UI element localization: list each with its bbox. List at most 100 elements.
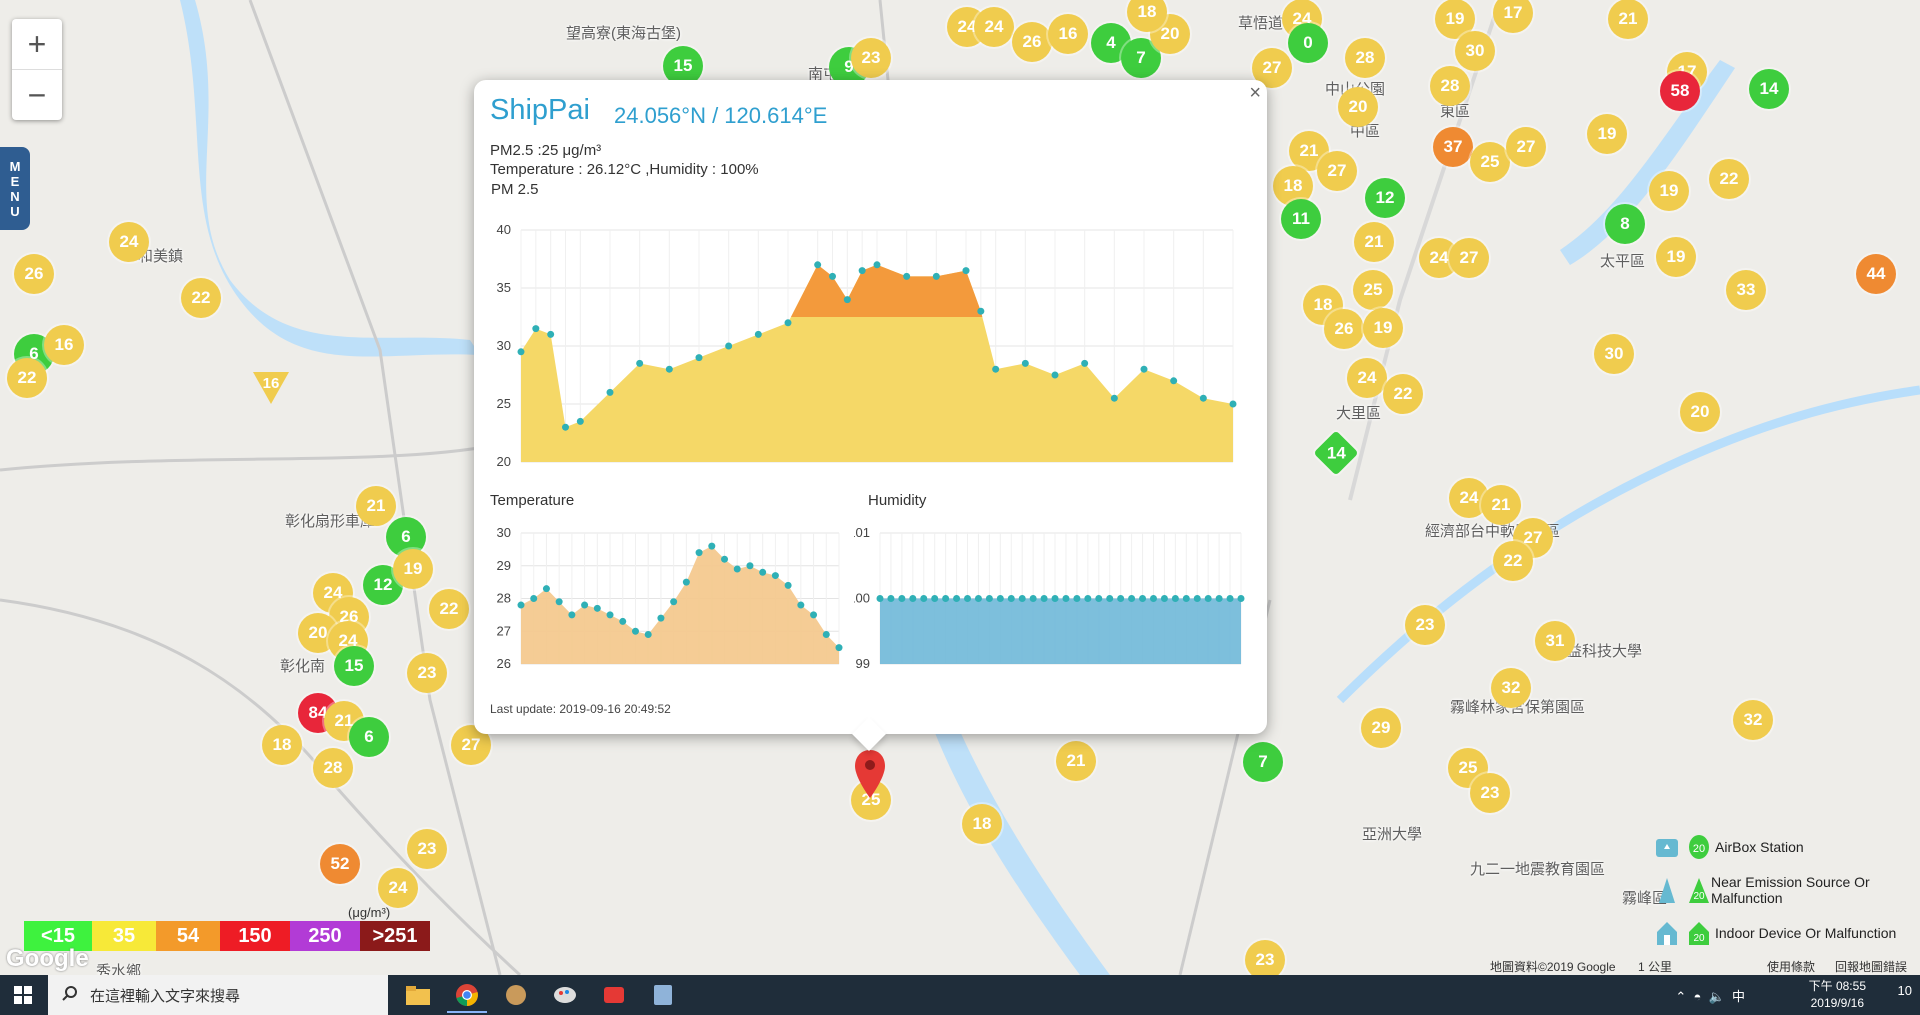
report-map-error-link[interactable]: 回報地圖錯誤 [1835,958,1907,975]
station-marker[interactable]: 23 [1405,605,1445,645]
pm-data-point [814,261,822,269]
station-marker[interactable]: 11 [1281,199,1321,239]
station-marker[interactable]: 23 [407,829,447,869]
station-marker[interactable]: 31 [1535,621,1575,661]
station-marker[interactable]: 28 [313,748,353,788]
station-marker[interactable]: 16 [44,325,84,365]
hum-data-point [1237,595,1245,602]
station-marker[interactable]: 37 [1433,127,1473,167]
station-marker[interactable]: 23 [851,38,891,78]
station-marker[interactable]: 32 [1733,700,1773,740]
station-marker[interactable]: 27 [1506,127,1546,167]
station-marker[interactable]: 28 [1430,66,1470,106]
hum-data-point [964,595,972,602]
app-icon[interactable] [496,979,536,1011]
map-place-label: 秀水鄉 [96,963,142,975]
station-marker[interactable]: 22 [1709,159,1749,199]
station-marker[interactable]: 0 [1288,23,1328,63]
station-marker[interactable]: 26 [1324,309,1364,349]
station-marker[interactable]: 30 [1455,31,1495,71]
legend-label: AirBox Station [1715,838,1804,855]
station-marker[interactable]: 21 [1608,0,1648,39]
notification-count: 10 [1897,983,1912,998]
station-marker[interactable]: 58 [1660,71,1700,111]
system-tray[interactable]: ⌃ ◓ 🔈 中 [1675,986,1745,1005]
station-marker[interactable]: 19 [1649,171,1689,211]
station-marker[interactable]: 21 [1481,485,1521,525]
taskbar-search-box[interactable]: 在這裡輸入文字來搜尋 [48,975,388,1015]
station-marker[interactable]: 22 [181,278,221,318]
chrome-icon[interactable] [447,979,487,1013]
pm-data-point [932,272,940,280]
map-place-label: 亞洲大學 [1362,826,1423,843]
station-marker[interactable]: 26 [14,254,54,294]
station-marker[interactable]: 19 [1656,237,1696,277]
station-marker[interactable]: 24 [109,222,149,262]
station-marker[interactable]: 7 [1243,742,1283,782]
station-marker[interactable]: 44 [1856,254,1896,294]
station-marker[interactable]: 30 [1594,334,1634,374]
zoom-in-button[interactable]: + [12,19,62,70]
windows-start-button[interactable] [0,975,46,1015]
close-icon[interactable]: × [1249,82,1261,105]
paint-icon[interactable] [545,979,585,1011]
station-marker[interactable]: 23 [1245,940,1285,975]
station-marker[interactable]: 26 [1012,22,1052,62]
station-marker[interactable]: 18 [962,804,1002,844]
station-marker[interactable]: 19 [1363,308,1403,348]
station-marker[interactable]: 27 [1317,151,1357,191]
station-marker[interactable]: 28 [1345,38,1385,78]
station-marker[interactable]: 22 [7,358,47,398]
station-marker[interactable]: 22 [1493,541,1533,581]
station-marker[interactable]: 21 [356,486,396,526]
station-marker[interactable]: 24 [1347,358,1387,398]
station-marker[interactable]: 27 [1449,238,1489,278]
hum-data-point [1215,595,1223,602]
station-marker[interactable]: 23 [407,653,447,693]
station-marker[interactable]: 52 [320,844,360,884]
station-marker[interactable]: 29 [1361,708,1401,748]
y-tick-label: 20 [497,454,511,468]
pm-data-point [977,307,985,315]
station-marker[interactable]: 20 [1338,87,1378,127]
station-marker[interactable]: 8 [1605,204,1645,244]
station-marker[interactable]: 21 [1354,222,1394,262]
pm-data-point [606,388,614,396]
menu-tab[interactable]: M E N U [0,147,30,230]
station-marker[interactable]: 15 [334,646,374,686]
file-explorer-icon[interactable] [398,979,438,1011]
station-marker[interactable]: 6 [349,717,389,757]
station-name: ShipPai [490,94,590,126]
station-marker[interactable]: 25 [1353,270,1393,310]
station-marker[interactable]: 18 [262,725,302,765]
location-pin-icon[interactable] [853,748,887,800]
station-marker[interactable]: 19 [393,549,433,589]
station-marker[interactable]: 14 [1749,69,1789,109]
station-marker[interactable]: 20 [1680,392,1720,432]
station-marker[interactable]: 24 [378,868,418,908]
station-marker[interactable]: 25 [1470,142,1510,182]
legend-row-indoor: 20 Indoor Device Or Malfunction [1655,911,1920,954]
station-marker[interactable]: 24 [974,7,1014,47]
taskbar-clock[interactable]: 下午 08:55 2019/9/16 [1809,978,1866,1012]
notification-icon[interactable]: 10 [1898,983,1912,998]
station-marker-triangle[interactable]: 16 [251,366,291,406]
station-marker[interactable]: 33 [1726,270,1766,310]
pm-data-point [962,267,970,275]
station-marker[interactable]: 19 [1587,114,1627,154]
calc-icon[interactable] [643,979,683,1011]
media-icon[interactable] [594,979,634,1011]
station-popup: × ShipPai 24.056°N / 120.614°E PM2.5 :25… [474,80,1267,751]
hum-data-point [909,595,917,602]
station-marker[interactable]: 21 [1056,741,1096,781]
station-marker[interactable]: 12 [1365,178,1405,218]
temp-data-point [695,549,703,557]
station-marker[interactable]: 23 [1470,773,1510,813]
station-marker[interactable]: 22 [429,589,469,629]
station-marker[interactable]: 32 [1491,668,1531,708]
terms-link[interactable]: 使用條款 [1767,958,1815,975]
station-marker[interactable]: 16 [1048,14,1088,54]
station-marker[interactable]: 22 [1383,374,1423,414]
temp-data-point [835,644,843,652]
zoom-out-button[interactable]: − [12,70,62,120]
